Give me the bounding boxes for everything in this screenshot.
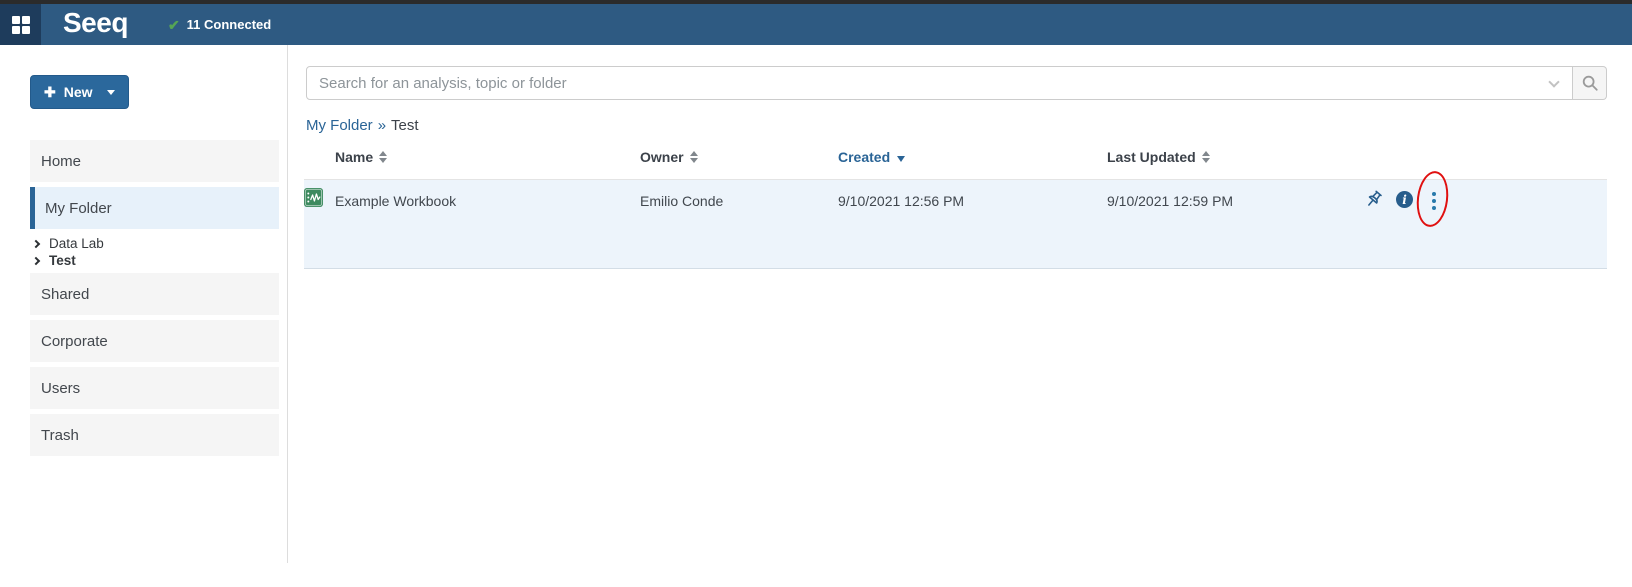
chevron-right-icon[interactable] xyxy=(32,239,40,247)
new-button-label: New xyxy=(64,84,93,100)
plus-icon: ✚ xyxy=(44,85,56,99)
sidebar-item-users[interactable]: Users xyxy=(30,367,279,409)
sidebar-item-label: Shared xyxy=(41,286,89,303)
breadcrumb: My Folder » Test xyxy=(306,117,419,134)
workbook-analysis-icon xyxy=(304,188,323,207)
search-bar xyxy=(306,66,1607,100)
app-switcher-button[interactable] xyxy=(0,4,41,45)
sidebar-item-label: Users xyxy=(41,380,80,397)
sort-both-icon xyxy=(1202,151,1210,163)
connection-status[interactable]: ✔ 11 Connected xyxy=(168,17,271,32)
sidebar-item-label: Home xyxy=(41,153,81,170)
chevron-right-icon[interactable] xyxy=(32,256,40,264)
sidebar-item-corporate[interactable]: Corporate xyxy=(30,320,279,362)
column-header-label: Created xyxy=(838,149,890,165)
column-header-last-updated[interactable]: Last Updated xyxy=(1107,149,1210,165)
cell-created: 9/10/2021 12:56 PM xyxy=(838,193,964,209)
checkmark-icon: ✔ xyxy=(168,18,180,32)
search-icon xyxy=(1581,74,1599,92)
tree-item-label: Test xyxy=(49,253,76,268)
connection-status-label: 11 Connected xyxy=(187,17,272,32)
info-button[interactable]: i xyxy=(1396,191,1413,208)
tree-item-label: Data Lab xyxy=(49,236,104,251)
tree-item-test[interactable]: Test xyxy=(30,252,279,269)
column-header-label: Name xyxy=(335,149,373,165)
sidebar-item-label: Trash xyxy=(41,427,79,444)
breadcrumb-separator: » xyxy=(378,117,386,134)
column-header-created[interactable]: Created xyxy=(838,149,905,165)
column-header-owner[interactable]: Owner xyxy=(640,149,698,165)
breadcrumb-current: Test xyxy=(391,117,419,134)
sidebar-item-home[interactable]: Home xyxy=(30,140,279,182)
main-content: My Folder » Test Name Owner Created Last U… xyxy=(304,45,1607,587)
sidebar-nav: Home My Folder Data Lab Test Shared Corp… xyxy=(30,140,279,461)
search-button[interactable] xyxy=(1573,66,1607,100)
sort-both-icon xyxy=(379,151,387,163)
sort-both-icon xyxy=(690,151,698,163)
grid-icon xyxy=(12,16,30,34)
folder-tree: Data Lab Test xyxy=(30,235,279,269)
cell-name: Example Workbook xyxy=(335,193,456,209)
new-button[interactable]: ✚ New xyxy=(30,75,129,109)
sidebar-item-label: My Folder xyxy=(45,200,112,217)
sort-desc-icon xyxy=(897,156,905,162)
column-header-name[interactable]: Name xyxy=(335,149,387,165)
chevron-down-icon xyxy=(107,90,115,95)
seeq-workbench-home: Seeq ✔ 11 Connected ✚ New Home My Folder… xyxy=(0,0,1632,587)
seeq-logo: Seeq xyxy=(63,9,128,41)
row-menu-kebab-button[interactable] xyxy=(1431,191,1437,211)
breadcrumb-parent-link[interactable]: My Folder xyxy=(306,117,373,134)
top-navbar: Seeq ✔ 11 Connected xyxy=(0,0,1632,45)
sidebar-item-my-folder[interactable]: My Folder xyxy=(30,187,279,229)
column-header-label: Owner xyxy=(640,149,684,165)
cell-last-updated: 9/10/2021 12:59 PM xyxy=(1107,193,1233,209)
sidebar-item-shared[interactable]: Shared xyxy=(30,273,279,315)
search-input[interactable] xyxy=(306,66,1573,100)
column-header-label: Last Updated xyxy=(1107,149,1196,165)
sidebar-item-label: Corporate xyxy=(41,333,108,350)
tree-item-data-lab[interactable]: Data Lab xyxy=(30,235,279,252)
pin-button[interactable] xyxy=(1364,190,1383,209)
sidebar-item-trash[interactable]: Trash xyxy=(30,414,279,456)
cell-owner: Emilio Conde xyxy=(640,193,723,209)
sidebar: ✚ New Home My Folder Data Lab Test xyxy=(0,45,288,563)
table-row-example-workbook[interactable]: Example Workbook Emilio Conde 9/10/2021 … xyxy=(304,180,1607,269)
